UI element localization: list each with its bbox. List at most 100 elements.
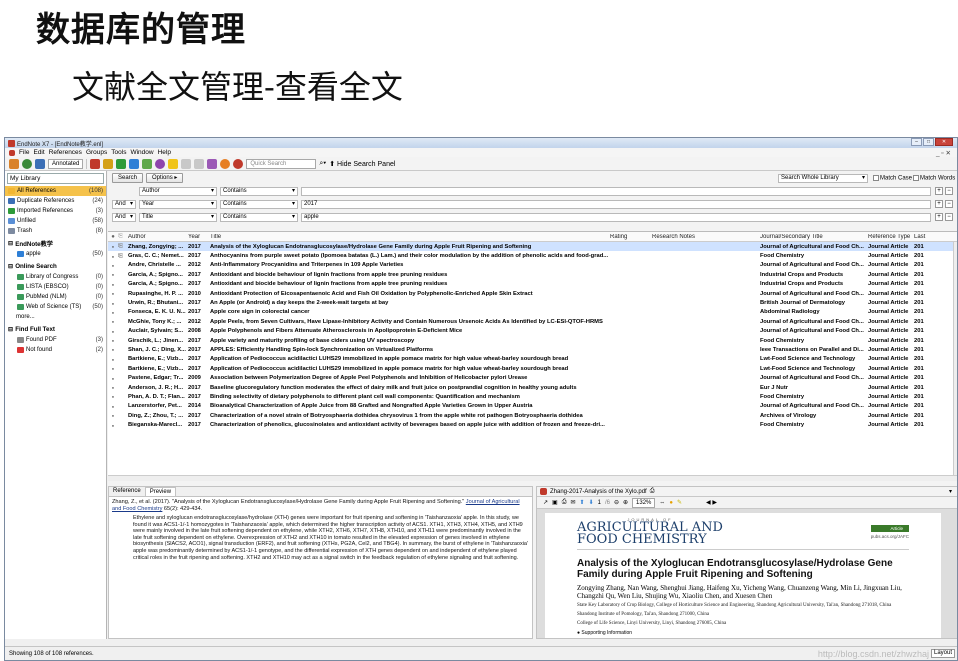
fulltext-item[interactable]: Found PDF (3) — [5, 335, 106, 345]
open-file-icon[interactable] — [168, 158, 179, 169]
app-menu-icon[interactable] — [9, 149, 15, 156]
reference-row[interactable]: ● Garcia, A.; Spigno... 2017 Antioxidant an… — [108, 280, 957, 289]
zoom-out-icon[interactable]: ⊖ — [614, 499, 619, 506]
supporting-info[interactable]: ● Supporting Information — [577, 630, 909, 636]
operator-select[interactable]: Contains — [220, 200, 298, 209]
local-mode-icon[interactable] — [35, 158, 45, 169]
help-icon[interactable] — [233, 158, 244, 169]
add-row-button[interactable]: + — [935, 213, 943, 221]
import-icon[interactable] — [116, 158, 127, 169]
sidebar-item-imported-references[interactable]: Imported References (3) — [5, 206, 106, 216]
page-number[interactable]: 1 — [598, 500, 601, 506]
search-icon[interactable]: ⌕▾ — [319, 160, 326, 168]
reference-row[interactable]: ● Garcia, A.; Spigno... 2017 Antioxidant an… — [108, 270, 957, 279]
reference-row[interactable]: ● Pastene, Edgar; Tr... 2009 Association be… — [108, 373, 957, 382]
field-select[interactable]: Year — [139, 200, 217, 209]
reference-row[interactable]: ● Auclair, Sylvain; S... 2008 Apple Polyphe… — [108, 327, 957, 336]
pdf-tab[interactable]: Zhang-2017-Analysis of the Xylo.pdf — [550, 489, 647, 495]
online-mode-icon[interactable] — [9, 158, 19, 169]
fit-icon[interactable]: ⇔ — [659, 500, 665, 506]
field-select[interactable]: Title — [139, 213, 217, 222]
tab-preview[interactable]: Preview — [144, 487, 177, 496]
reference-row[interactable]: ● ⎘ Gras, C. C.; Nemet... 2017 Anthocyanins … — [108, 251, 957, 260]
read-status-header[interactable]: ● — [108, 234, 116, 240]
search-value-input[interactable]: 2017 — [301, 200, 931, 209]
remove-row-button[interactable]: − — [945, 200, 953, 208]
sidebar-item-trash[interactable]: Trash (8) — [5, 226, 106, 236]
column-header-title[interactable]: Title — [208, 234, 608, 240]
pane-menu-icon[interactable]: ▾ — [949, 488, 952, 495]
menu-file[interactable]: File — [19, 149, 29, 156]
library-selector[interactable]: My Library — [7, 173, 104, 184]
style-select[interactable]: Annotated — [48, 158, 84, 169]
reference-row[interactable]: ● ⎘ Zhang, Zongying; ... 2017 Analysis of th… — [108, 242, 957, 252]
share-icon[interactable] — [220, 158, 231, 169]
bool-select[interactable]: And — [112, 200, 136, 209]
attachment-header[interactable]: ⎘ — [116, 233, 126, 240]
column-header-last[interactable]: Last — [912, 234, 929, 240]
column-header-reference-type[interactable]: Reference Type — [866, 234, 912, 240]
reference-row[interactable]: ● McGhie, Tony K.; ... 2012 Apple Peels, fr… — [108, 317, 957, 326]
horizontal-scrollbar[interactable] — [108, 475, 957, 481]
column-header-rating[interactable]: Rating — [608, 234, 650, 240]
column-header-year[interactable]: Year — [186, 234, 208, 240]
reference-row[interactable]: ● Phan, A. D. T.; Flan... 2017 Binding sele… — [108, 392, 957, 401]
match-case-checkbox[interactable]: Match Case — [873, 174, 912, 181]
highlight-icon[interactable]: ✎ — [677, 499, 682, 506]
close-button[interactable]: ✕ — [935, 138, 953, 146]
find-prev-icon[interactable]: ◀ ▶ — [706, 499, 717, 506]
reference-row[interactable]: ● Lanzerstorfer, Pet... 2014 Bioanalytical … — [108, 402, 957, 411]
search-value-input[interactable] — [301, 187, 931, 196]
menu-edit[interactable]: Edit — [33, 149, 44, 156]
reference-row[interactable]: ● Rupasinghe, H. P. ... 2010 Antioxidant Pr… — [108, 289, 957, 298]
online-item[interactable]: PubMed (NLM) (0) — [5, 292, 106, 302]
hide-panel-button[interactable]: ⬆ Hide Search Panel — [329, 160, 395, 168]
search-value-input[interactable]: apple — [301, 213, 931, 222]
tab-reference[interactable]: Reference — [109, 487, 145, 496]
zoom-select[interactable]: 132% — [632, 497, 656, 508]
reference-row[interactable]: ● Urwin, R.; Bhutani... 2017 An Apple (or A… — [108, 298, 957, 307]
fulltext-item[interactable]: Not found (2) — [5, 345, 106, 355]
online-item[interactable]: Web of Science (TS) (50) — [5, 302, 106, 312]
operator-select[interactable]: Contains — [220, 213, 298, 222]
menu-window[interactable]: Window — [130, 149, 153, 156]
menu-references[interactable]: References — [49, 149, 82, 156]
prev-page-icon[interactable]: ⬆ — [580, 499, 585, 506]
online-item[interactable]: LISTA (EBSCO) (0) — [5, 282, 106, 292]
format-bibliography-icon[interactable] — [194, 158, 205, 169]
online-item[interactable]: Library of Congress (0) — [5, 272, 106, 282]
operator-select[interactable]: Contains — [220, 187, 298, 196]
remove-row-button[interactable]: − — [945, 187, 953, 195]
vertical-scrollbar[interactable] — [953, 242, 957, 481]
more-link[interactable]: more... — [5, 312, 106, 322]
search-button[interactable]: Search — [112, 173, 144, 183]
minimize-button[interactable]: ‒ — [911, 138, 922, 146]
reference-row[interactable]: ● Andre, Christelle ... 2012 Anti-Inflammat… — [108, 261, 957, 270]
quick-search-input[interactable]: Quick Search — [246, 158, 317, 169]
column-header-author[interactable]: Author — [126, 234, 186, 240]
menu-groups[interactable]: Groups — [86, 149, 107, 156]
group-set-header[interactable]: ⊟ EndNote教学 — [5, 238, 106, 249]
open-external-icon[interactable]: ↗ — [543, 499, 548, 506]
match-case-box[interactable] — [873, 174, 879, 181]
next-page-icon[interactable]: ⬇ — [589, 499, 594, 506]
annotate-icon[interactable]: ● — [669, 500, 673, 506]
reference-row[interactable]: ● Anderson, J. R.; H... 2017 Baseline gluco… — [108, 383, 957, 392]
paperclip-icon[interactable]: ⎙ — [650, 488, 655, 495]
reference-row[interactable]: ● Bartkiene, E.; Vizb... 2017 Application o… — [108, 364, 957, 373]
reference-row[interactable]: ● Bieganska-Marecl... 2017 Characterization… — [108, 420, 957, 429]
search-scope-select[interactable]: Search Whole Library — [778, 173, 868, 183]
find-full-text-icon[interactable] — [142, 158, 153, 169]
print-icon[interactable]: ⎙ — [562, 499, 567, 506]
reference-row[interactable]: ● Shan, J. C.; Ding, X... 2017 APPLES: Effi… — [108, 345, 957, 354]
sidebar-item-all-references[interactable]: All References (108) — [5, 186, 106, 196]
options-button[interactable]: Options ▸ — [146, 173, 184, 183]
sidebar-item-unfiled[interactable]: Unfiled (58) — [5, 216, 106, 226]
window-controls-inner[interactable]: _ ▫ ✕ — [936, 149, 951, 157]
zoom-in-icon[interactable]: ⊕ — [623, 499, 628, 506]
insert-citation-icon[interactable] — [181, 158, 192, 169]
reference-row[interactable]: ● Girschik, L.; Jinen... 2017 Apple variety… — [108, 336, 957, 345]
new-reference-icon[interactable] — [90, 158, 101, 169]
online-search-header[interactable]: ⊟ Online Search — [5, 261, 106, 272]
match-words-box[interactable] — [913, 174, 919, 181]
